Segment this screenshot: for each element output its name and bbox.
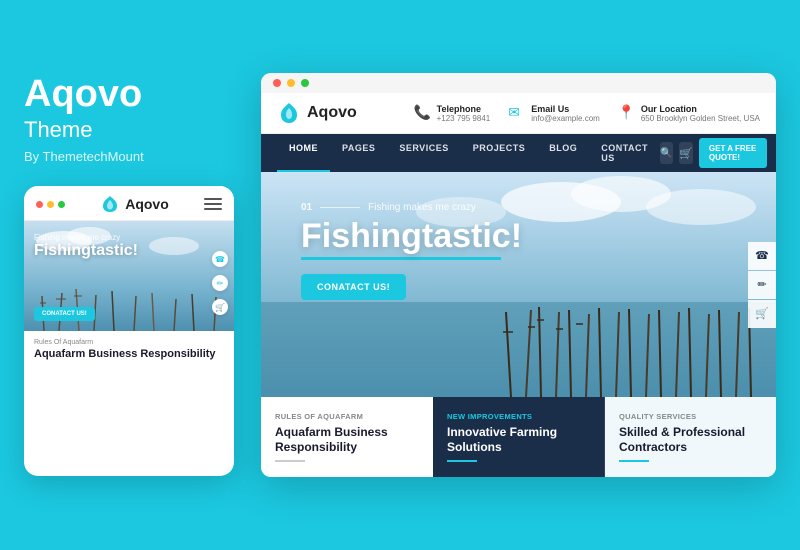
nav-pages[interactable]: PAGES bbox=[330, 134, 387, 172]
service-title-contractors: Skilled & Professional Contractors bbox=[619, 425, 762, 455]
location-label: Our Location bbox=[641, 104, 760, 114]
hero-cta-button[interactable]: CONATACT US! bbox=[301, 274, 406, 300]
desktop-dot-green bbox=[301, 79, 309, 87]
hero-divider bbox=[320, 207, 360, 208]
telephone-icon: 📞 bbox=[414, 104, 432, 122]
hero-title-underline bbox=[301, 257, 501, 260]
desktop-nav: HOME PAGES SERVICES PROJECTS BLOG CONTAC… bbox=[261, 134, 776, 172]
nav-projects[interactable]: PROJECTS bbox=[461, 134, 538, 172]
mobile-dot-yellow bbox=[47, 201, 54, 208]
brand-by: By ThemetechMount bbox=[24, 149, 234, 164]
nav-cart-button[interactable]: 🛒 bbox=[679, 142, 693, 164]
nav-links: HOME PAGES SERVICES PROJECTS BLOG CONTAC… bbox=[277, 134, 660, 172]
service-cards: Rules Of Aquafarm Aquafarm Business Resp… bbox=[261, 397, 776, 477]
desktop-contact-info: 📞 Telephone +123 795 9841 ✉ Email Us inf… bbox=[414, 104, 760, 123]
hero-text-overlay: 01 Fishing makes me crazy Fishingtastic!… bbox=[301, 202, 522, 300]
service-label-farming: New Improvements bbox=[447, 412, 590, 421]
mobile-hamburger[interactable] bbox=[204, 198, 222, 210]
mobile-window-dots bbox=[36, 201, 65, 208]
email-icon: ✉ bbox=[508, 104, 526, 122]
mobile-hero-title: Fishingtastic! bbox=[34, 242, 138, 259]
hero-side-cart-icon[interactable]: 🛒 bbox=[748, 300, 776, 328]
desktop-dot-yellow bbox=[287, 79, 295, 87]
mobile-logo-icon bbox=[100, 194, 120, 214]
nav-blog[interactable]: BLOG bbox=[537, 134, 589, 172]
service-card-contractors: Quality Services Skilled & Professional … bbox=[605, 397, 776, 477]
nav-services[interactable]: SERVICES bbox=[387, 134, 460, 172]
nav-search-button[interactable]: 🔍 bbox=[660, 142, 673, 164]
contact-telephone-text: Telephone +123 795 9841 bbox=[437, 104, 491, 123]
mobile-logo-text: Aqovo bbox=[125, 196, 169, 212]
contact-location-text: Our Location 650 Brooklyn Golden Street,… bbox=[641, 104, 760, 123]
contact-telephone: 📞 Telephone +123 795 9841 bbox=[414, 104, 491, 123]
mobile-dot-red bbox=[36, 201, 43, 208]
desktop-header: Aqovo 📞 Telephone +123 795 9841 ✉ Email … bbox=[261, 93, 776, 134]
hero-number: 01 bbox=[301, 202, 312, 213]
service-title-aquafarm: Aquafarm Business Responsibility bbox=[275, 425, 418, 455]
brand-name: Aqovo bbox=[24, 73, 142, 115]
hero-sub-line: 01 Fishing makes me crazy bbox=[301, 202, 522, 213]
nav-quote-button[interactable]: GET A FREE QUOTE! bbox=[699, 138, 767, 168]
hero-side-phone-icon[interactable]: ☎ bbox=[748, 242, 776, 270]
contact-email: ✉ Email Us info@example.com bbox=[508, 104, 600, 123]
mobile-edit-icon[interactable]: ✏ bbox=[212, 275, 228, 291]
contact-location: 📍 Our Location 650 Brooklyn Golden Stree… bbox=[618, 104, 760, 123]
hero-side-edit-icon[interactable]: ✏ bbox=[748, 271, 776, 299]
brand-block: Aqovo Theme By ThemetechMount bbox=[24, 74, 234, 165]
desktop-window-bar bbox=[261, 73, 776, 93]
mobile-side-icons: ☎ ✏ 🛒 bbox=[212, 251, 228, 315]
mobile-service-label: Rules Of Aquafarm bbox=[34, 339, 224, 346]
mobile-cart-icon[interactable]: 🛒 bbox=[212, 299, 228, 315]
telephone-value: +123 795 9841 bbox=[437, 114, 491, 123]
desktop-logo-text: Aqovo bbox=[307, 104, 357, 122]
left-panel: Aqovo Theme By ThemetechMount Aqovo bbox=[24, 74, 234, 477]
hamburger-line bbox=[204, 203, 222, 205]
nav-home[interactable]: HOME bbox=[277, 134, 330, 172]
location-icon: 📍 bbox=[618, 104, 636, 122]
desktop-logo-icon bbox=[277, 101, 301, 125]
brand-subtitle: Theme bbox=[24, 117, 234, 143]
email-value: info@example.com bbox=[531, 114, 600, 123]
desktop-logo: Aqovo bbox=[277, 101, 357, 125]
desktop-mockup: Aqovo 📞 Telephone +123 795 9841 ✉ Email … bbox=[261, 73, 776, 477]
contact-email-text: Email Us info@example.com bbox=[531, 104, 600, 123]
telephone-label: Telephone bbox=[437, 104, 491, 114]
hamburger-line bbox=[204, 198, 222, 200]
hero-main-title: Fishingtastic! bbox=[301, 219, 522, 253]
mobile-dot-green bbox=[58, 201, 65, 208]
desktop-hero: 01 Fishing makes me crazy Fishingtastic!… bbox=[261, 172, 776, 397]
service-card-farming: New Improvements Innovative Farming Solu… bbox=[433, 397, 605, 477]
service-label-aquafarm: Rules Of Aquafarm bbox=[275, 412, 418, 421]
hero-tagline: Fishing makes me crazy bbox=[368, 202, 476, 213]
mobile-top-bar: Aqovo bbox=[24, 186, 234, 221]
service-card-border-contractors bbox=[619, 460, 649, 462]
mobile-phone-icon[interactable]: ☎ bbox=[212, 251, 228, 267]
nav-contact[interactable]: CONTACT US bbox=[589, 134, 660, 172]
service-card-border-aquafarm bbox=[275, 460, 305, 462]
service-card-aquafarm: Rules Of Aquafarm Aquafarm Business Resp… bbox=[261, 397, 433, 477]
location-value: 650 Brooklyn Golden Street, USA bbox=[641, 114, 760, 123]
service-card-border-farming bbox=[447, 460, 477, 462]
mobile-hero-text: Fishing makes me crazy Fishingtastic! bbox=[34, 233, 224, 260]
nav-actions: 🔍 🛒 GET A FREE QUOTE! bbox=[660, 138, 767, 168]
service-label-contractors: Quality Services bbox=[619, 412, 762, 421]
hamburger-line bbox=[204, 208, 222, 210]
desktop-dot-red bbox=[273, 79, 281, 87]
email-label: Email Us bbox=[531, 104, 600, 114]
mobile-logo: Aqovo bbox=[100, 194, 169, 214]
mobile-service-cards: Rules Of Aquafarm Aquafarm Business Resp… bbox=[24, 331, 234, 368]
hero-side-icons: ☎ ✏ 🛒 bbox=[748, 242, 776, 328]
mobile-mockup: Aqovo bbox=[24, 186, 234, 476]
service-title-farming: Innovative Farming Solutions bbox=[447, 425, 590, 455]
mobile-service-title: Aquafarm Business Responsibility bbox=[34, 348, 224, 360]
mobile-hero: Fishing makes me crazy Fishingtastic! CO… bbox=[24, 221, 234, 331]
mobile-cta-button[interactable]: CONATACT US! bbox=[34, 307, 95, 321]
